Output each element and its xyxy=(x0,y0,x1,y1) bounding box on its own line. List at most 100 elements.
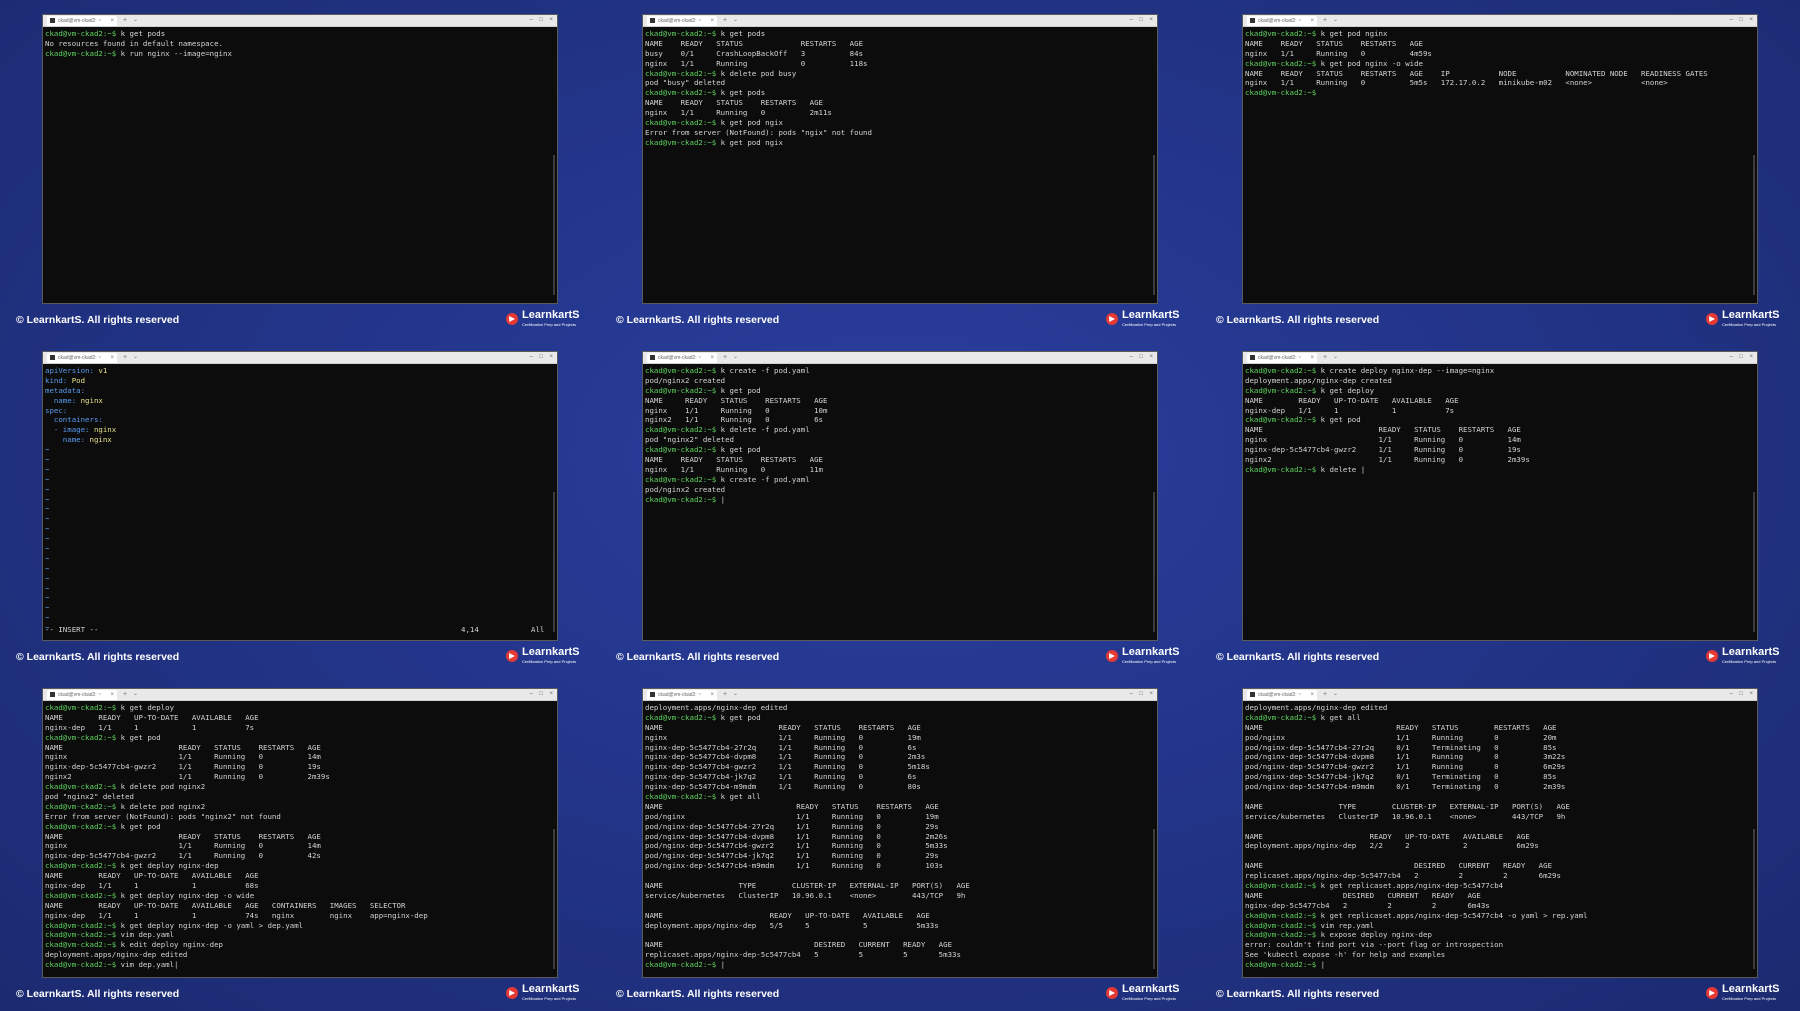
command-text: k get pod xyxy=(1320,415,1361,425)
close-window-icon[interactable]: × xyxy=(1149,15,1153,26)
close-tab-icon[interactable]: × xyxy=(1310,353,1314,363)
scrollbar[interactable] xyxy=(553,829,555,969)
new-tab-icon[interactable]: + xyxy=(1323,689,1327,700)
close-window-icon[interactable]: × xyxy=(1749,689,1753,700)
dropdown-icon[interactable]: ⌄ xyxy=(1333,15,1338,26)
output-text: nginx 1/1 Running 0 19m xyxy=(645,732,921,742)
output-line: nginx 1/1 Running 0 11m xyxy=(645,465,1147,475)
command-line: ckad@vm-ckad2:~$ k get all xyxy=(645,792,1147,802)
close-tab-icon[interactable]: × xyxy=(1310,16,1314,26)
close-tab-icon[interactable]: × xyxy=(110,16,114,26)
terminal-output[interactable]: apiVersion: v1 kind: Pod metadata: name: n… xyxy=(45,366,547,638)
close-tab-icon[interactable]: × xyxy=(710,690,714,700)
new-tab-icon[interactable]: + xyxy=(123,352,127,363)
dropdown-icon[interactable]: ⌄ xyxy=(133,689,138,700)
command-text: k get pod ngix xyxy=(720,137,783,147)
terminal-output[interactable]: ckad@vm-ckad2:~$ k create deploy nginx-d… xyxy=(1245,366,1747,638)
terminal-output[interactable]: ckad@vm-ckad2:~$ k get pods NAME READY ST… xyxy=(645,29,1147,301)
maximize-icon[interactable]: □ xyxy=(539,15,543,26)
terminal-tab[interactable]: ckad@vm-ckad2: ~ × xyxy=(1247,690,1317,700)
minimize-icon[interactable]: – xyxy=(1730,352,1733,363)
close-window-icon[interactable]: × xyxy=(549,15,553,26)
terminal-output[interactable]: deployment.apps/nginx-dep edited ckad@vm-… xyxy=(645,703,1147,975)
close-tab-icon[interactable]: × xyxy=(1310,690,1314,700)
terminal-tab[interactable]: ckad@vm-ckad2: ~ × xyxy=(47,690,117,700)
scrollbar[interactable] xyxy=(553,155,555,295)
minimize-icon[interactable]: – xyxy=(530,689,533,700)
maximize-icon[interactable]: □ xyxy=(1739,352,1743,363)
terminal-output[interactable]: ckad@vm-ckad2:~$ k create -f pod.yaml pod… xyxy=(645,366,1147,638)
close-window-icon[interactable]: × xyxy=(1149,352,1153,363)
new-tab-icon[interactable]: + xyxy=(723,15,727,26)
output-text: nginx-dep-5c5477cb4-m9mdm 1/1 Running 0 … xyxy=(645,782,921,792)
new-tab-icon[interactable]: + xyxy=(1323,15,1327,26)
maximize-icon[interactable]: □ xyxy=(1139,689,1143,700)
close-window-icon[interactable]: × xyxy=(549,352,553,363)
dropdown-icon[interactable]: ⌄ xyxy=(1333,689,1338,700)
maximize-icon[interactable]: □ xyxy=(1739,15,1743,26)
dropdown-icon[interactable]: ⌄ xyxy=(733,352,738,363)
close-window-icon[interactable]: × xyxy=(549,689,553,700)
output-line: NAME READY STATUS RESTARTS AGE xyxy=(645,98,1147,108)
scrollbar[interactable] xyxy=(1753,155,1755,295)
scrollbar[interactable] xyxy=(1753,829,1755,969)
terminal-tab[interactable]: ckad@vm-ckad2: ~ × xyxy=(47,353,117,363)
terminal-output[interactable]: ckad@vm-ckad2:~$ k get deploy NAME READY … xyxy=(45,703,547,975)
new-tab-icon[interactable]: + xyxy=(123,15,127,26)
close-tab-icon[interactable]: × xyxy=(710,353,714,363)
minimize-icon[interactable]: – xyxy=(1130,352,1133,363)
new-tab-icon[interactable]: + xyxy=(723,352,727,363)
maximize-icon[interactable]: □ xyxy=(1139,352,1143,363)
terminal-tab[interactable]: ckad@vm-ckad2: ~ × xyxy=(647,690,717,700)
command-line: ckad@vm-ckad2:~$ k get deploy xyxy=(1245,386,1747,396)
terminal-output[interactable]: deployment.apps/nginx-dep edited ckad@vm-… xyxy=(1245,703,1747,975)
new-tab-icon[interactable]: + xyxy=(123,689,127,700)
terminal-output[interactable]: ckad@vm-ckad2:~$ k get pod nginx NAME REA… xyxy=(1245,29,1747,301)
new-tab-icon[interactable]: + xyxy=(1323,352,1327,363)
minimize-icon[interactable]: – xyxy=(1130,15,1133,26)
terminal-tab[interactable]: ckad@vm-ckad2: ~ × xyxy=(647,353,717,363)
minimize-icon[interactable]: – xyxy=(530,15,533,26)
scrollbar[interactable] xyxy=(1153,829,1155,969)
scrollbar[interactable] xyxy=(553,492,555,632)
dropdown-icon[interactable]: ⌄ xyxy=(733,689,738,700)
minimize-icon[interactable]: – xyxy=(530,352,533,363)
maximize-icon[interactable]: □ xyxy=(1739,689,1743,700)
close-window-icon[interactable]: × xyxy=(1149,689,1153,700)
terminal-tab[interactable]: ckad@vm-ckad2: ~ × xyxy=(1247,16,1317,26)
dropdown-icon[interactable]: ⌄ xyxy=(133,352,138,363)
terminal-tab[interactable]: ckad@vm-ckad2: ~ × xyxy=(647,16,717,26)
minimize-icon[interactable]: – xyxy=(1730,15,1733,26)
command-text: k get pods xyxy=(720,29,766,38)
minimize-icon[interactable]: – xyxy=(1730,689,1733,700)
terminal-output[interactable]: ckad@vm-ckad2:~$ k get pods No resources … xyxy=(45,29,547,301)
dropdown-icon[interactable]: ⌄ xyxy=(133,15,138,26)
maximize-icon[interactable]: □ xyxy=(1139,15,1143,26)
close-tab-icon[interactable]: × xyxy=(710,16,714,26)
vim-empty-line: ~ xyxy=(45,593,50,603)
scrollbar[interactable] xyxy=(1753,492,1755,632)
minimize-icon[interactable]: – xyxy=(1130,689,1133,700)
dropdown-icon[interactable]: ⌄ xyxy=(733,15,738,26)
command-line: ckad@vm-ckad2:~$ | xyxy=(645,495,1147,505)
scrollbar[interactable] xyxy=(1153,155,1155,295)
close-tab-icon[interactable]: × xyxy=(110,353,114,363)
dropdown-icon[interactable]: ⌄ xyxy=(1333,352,1338,363)
terminal-window: ckad@vm-ckad2: ~ × + ⌄ – □ × ckad@vm-ckad2:~$ k… xyxy=(1242,351,1758,641)
maximize-icon[interactable]: □ xyxy=(539,352,543,363)
terminal-tab[interactable]: ckad@vm-ckad2: ~ × xyxy=(1247,353,1317,363)
command-line: ckad@vm-ckad2:~$ k delete pod nginx2 xyxy=(45,782,547,792)
close-window-icon[interactable]: × xyxy=(1749,352,1753,363)
scrollbar[interactable] xyxy=(1153,492,1155,632)
maximize-icon[interactable]: □ xyxy=(539,689,543,700)
new-tab-icon[interactable]: + xyxy=(723,689,727,700)
command-line: ckad@vm-ckad2:~$ k get deploy nginx-dep xyxy=(45,861,547,871)
close-tab-icon[interactable]: × xyxy=(110,690,114,700)
vim-status-bar: -- INSERT -- 4,14 All xyxy=(45,625,547,634)
output-text: nginx-dep-5c5477cb4-gwzr2 1/1 Running 0 … xyxy=(1245,445,1521,455)
logo-icon xyxy=(1106,312,1118,325)
output-line: nginx 1/1 Running 0 2m11s xyxy=(645,108,1147,118)
yaml-line: containers: xyxy=(45,415,547,425)
terminal-tab[interactable]: ckad@vm-ckad2: ~ × xyxy=(47,16,117,26)
close-window-icon[interactable]: × xyxy=(1749,15,1753,26)
